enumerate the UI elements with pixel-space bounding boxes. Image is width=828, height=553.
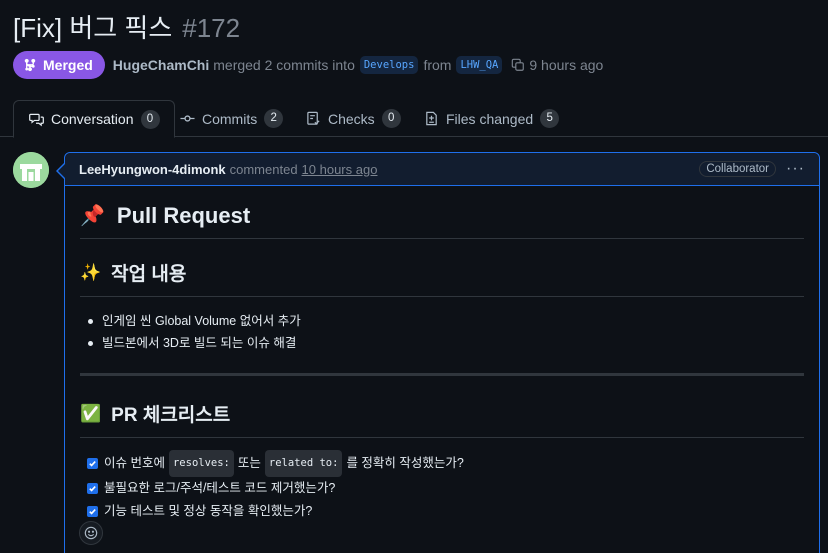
comment-discussion-icon — [29, 113, 44, 126]
inline-code: related to: — [264, 450, 343, 477]
tab-label: Files changed — [446, 110, 534, 127]
tab-count: 2 — [264, 109, 284, 128]
tab-label: Commits — [202, 110, 258, 127]
comment-box: LeeHyungwon-4dimonk commented 10 hours a… — [56, 152, 820, 553]
pr-title: [Fix] 버그 픽스 — [13, 13, 173, 43]
checklist-icon — [307, 111, 320, 125]
collaborator-badge: Collaborator — [699, 161, 777, 177]
avatar[interactable] — [13, 152, 49, 188]
tab-count: 0 — [140, 109, 160, 129]
tab-label: Conversation — [51, 111, 134, 127]
merge-text: merged 2 commits into — [213, 57, 355, 73]
inline-code: resolves: — [168, 450, 234, 477]
check-mark-icon: ✅ — [80, 403, 102, 423]
comment-time[interactable]: 10 hours ago — [302, 162, 378, 177]
checkbox-checked[interactable] — [87, 483, 98, 494]
heading-text: Pull Request — [116, 202, 251, 228]
tab-count: 0 — [381, 109, 401, 128]
tab-files-changed[interactable]: Files changed 5 — [424, 100, 560, 137]
head-branch[interactable]: LHW_QA — [456, 56, 503, 74]
tab-label: Checks — [328, 110, 375, 127]
list-item: 인게임 씬 Global Volume 없어서 추가 — [80, 310, 804, 332]
work-list: 인게임 씬 Global Volume 없어서 추가 빌드본에서 3D로 빌드 … — [80, 310, 804, 354]
pr-number: #172 — [182, 13, 241, 43]
checkbox-checked[interactable] — [87, 506, 98, 517]
tab-conversation[interactable]: Conversation 0 — [13, 100, 175, 138]
tab-count: 5 — [540, 109, 560, 128]
list-item: 빌드본에서 3D로 빌드 되는 이슈 해결 — [80, 332, 804, 354]
smiley-icon — [84, 526, 98, 540]
comment-body: 📌 Pull Request ✨ 작업 내용 인게임 씬 Global Volu… — [80, 193, 804, 523]
merged-status-badge: Merged — [13, 51, 105, 79]
file-diff-icon — [426, 111, 437, 126]
checklist-item: 이슈 번호에 resolves: 또는 related to: 를 정확히 작성… — [80, 450, 804, 477]
git-merge-icon — [24, 58, 36, 72]
merge-time: 9 hours ago — [529, 57, 604, 73]
copy-icon[interactable] — [511, 58, 525, 72]
comment-header: LeeHyungwon-4dimonk commented 10 hours a… — [65, 153, 819, 186]
checklist-item: 기능 테스트 및 정상 동작을 확인했는가? — [80, 500, 804, 523]
merged-label: Merged — [43, 57, 93, 73]
sparkles-icon: ✨ — [80, 262, 102, 282]
section-checklist-heading: ✅ PR 체크리스트 — [80, 390, 804, 438]
pr-meta: Merged HugeChamChi merged 2 commits into… — [13, 51, 603, 79]
section-title: 작업 내용 — [111, 264, 187, 285]
tab-commits[interactable]: Commits 2 — [180, 100, 284, 137]
tab-checks[interactable]: Checks 0 — [306, 100, 401, 137]
comment-heading: 📌 Pull Request — [80, 193, 804, 239]
divider — [80, 373, 804, 376]
pr-author-link[interactable]: HugeChamChi — [113, 57, 209, 73]
base-branch[interactable]: Develops — [359, 56, 419, 74]
pr-tabs: Conversation 0 Commits 2 Checks 0 Files … — [0, 100, 828, 138]
section-work-heading: ✨ 작업 내용 — [80, 249, 804, 297]
checklist: 이슈 번호에 resolves: 또는 related to: 를 정확히 작성… — [80, 450, 804, 523]
comment-action: commented — [229, 161, 298, 177]
comment-author[interactable]: LeeHyungwon-4dimonk — [79, 162, 226, 177]
pr-title-row: [Fix] 버그 픽스 #172 — [13, 8, 240, 45]
section-title: PR 체크리스트 — [111, 405, 231, 426]
pushpin-icon: 📌 — [80, 205, 105, 227]
add-reaction-button[interactable] — [79, 521, 103, 545]
from-text: from — [423, 57, 452, 73]
checkbox-checked[interactable] — [87, 458, 98, 469]
checklist-item: 불필요한 로그/주석/테스트 코드 제거했는가? — [80, 477, 804, 500]
kebab-menu-icon[interactable]: ··· — [786, 160, 805, 178]
git-commit-icon — [180, 115, 195, 122]
